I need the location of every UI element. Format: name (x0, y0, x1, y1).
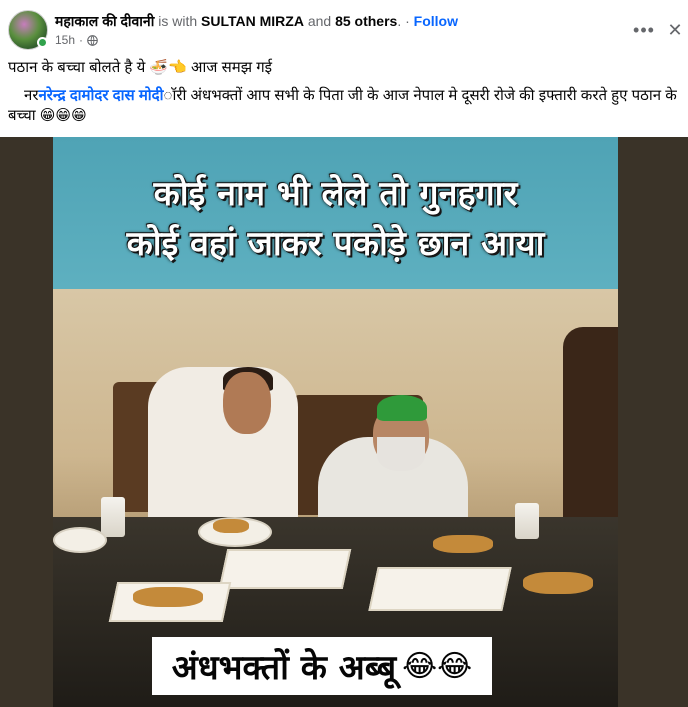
text-prefix: नर (24, 87, 39, 104)
caption-top-line-1: कोई नाम भी लेले तो गुनहगार (153, 174, 518, 214)
author-avatar[interactable] (8, 10, 48, 50)
separator-dot: · (401, 13, 414, 29)
glass (515, 503, 539, 539)
glass (101, 497, 125, 537)
person-right-beard (377, 437, 425, 471)
tagged-others[interactable]: 85 others (335, 13, 397, 29)
person-left-head (223, 372, 271, 434)
green-cap (377, 395, 427, 421)
tray (368, 567, 512, 611)
facebook-post: महाकाल की दीवानी is with SULTAN MIRZA an… (0, 0, 688, 707)
with-text: is with (154, 13, 202, 29)
food (523, 572, 593, 594)
and-text: and (303, 13, 336, 29)
tagged-user[interactable]: SULTAN MIRZA (201, 13, 304, 29)
food (213, 519, 249, 533)
image-caption-bottom: अंधभक्तों के अब्बू 😂😂 (152, 637, 492, 695)
follow-button[interactable]: Follow (414, 13, 458, 29)
post-author-line: महाकाल की दीवानी is with SULTAN MIRZA an… (55, 12, 458, 30)
close-glyph: ✕ (667, 19, 683, 40)
tray (218, 549, 352, 589)
post-text-line-1: पठान के बच्चा बोलते है ये 🍜👈 आज समझ गई (8, 59, 273, 76)
post-time[interactable]: 15h (55, 32, 75, 48)
close-icon[interactable]: ✕ (664, 16, 686, 44)
image-caption-top: कोई नाम भी लेले तो गुनहगार कोई वहां जाकर… (73, 169, 598, 269)
more-options-glyph: ••• (633, 19, 655, 40)
caption-bottom-text: अंधभक्तों के अब्बू (171, 648, 397, 688)
public-globe-icon (87, 34, 98, 46)
food (133, 587, 203, 607)
post-meta: 15h · (55, 32, 98, 48)
post-header: महाकाल की दीवानी is with SULTAN MIRZA an… (0, 0, 688, 58)
meta-separator: · (79, 33, 84, 47)
author-name[interactable]: महाकाल की दीवानी (55, 13, 154, 29)
more-options-icon[interactable]: ••• (630, 16, 658, 44)
caption-top-line-2: कोई वहां जाकर पकोड़े छान आया (126, 224, 545, 264)
laughing-emoji: 😂😂 (402, 648, 473, 684)
standing-person (563, 327, 618, 527)
post-text-line-2: नरनरेन्द्र दामोदर दास मोदीॉरी अंधभक्तों … (8, 86, 678, 126)
post-image[interactable]: कोई नाम भी लेले तो गुनहगार कोई वहां जाकर… (0, 137, 688, 707)
plate (53, 527, 107, 553)
mention-link[interactable]: नरेन्द्र दामोदर दास मोदी (38, 87, 163, 104)
online-status-dot (37, 37, 48, 48)
food (433, 535, 493, 553)
meme-photo: कोई नाम भी लेले तो गुनहगार कोई वहां जाकर… (53, 137, 618, 707)
